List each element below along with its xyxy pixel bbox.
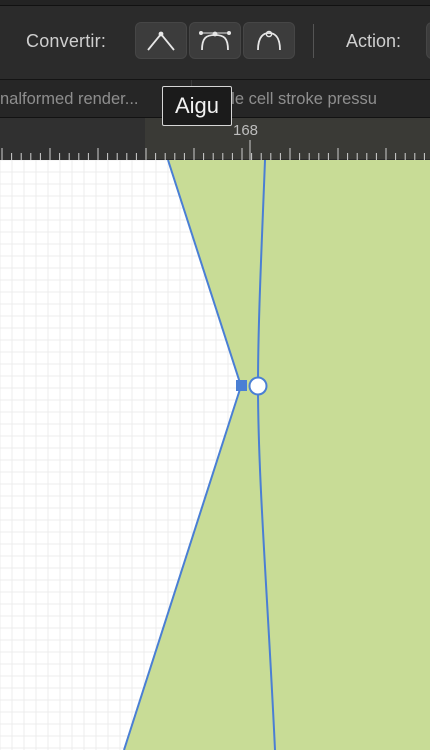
selected-node-handle[interactable] — [236, 380, 247, 391]
canvas-artwork — [0, 160, 430, 750]
toolbar-separator — [313, 24, 314, 58]
sharp-corner-icon — [147, 31, 175, 51]
window-top-strip — [0, 0, 430, 6]
context-toolbar: Convertir: Action: — [0, 0, 430, 80]
smooth-node-icon — [199, 30, 231, 50]
green-shape[interactable] — [124, 160, 430, 750]
convert-smooth-button[interactable] — [189, 22, 241, 59]
drawing-canvas[interactable] — [0, 160, 430, 750]
smart-node-icon — [257, 30, 281, 50]
document-tab[interactable]: nalformed render... — [0, 80, 186, 118]
tooltip-text: Aigu — [175, 93, 220, 118]
tooltip: Aigu — [162, 86, 233, 126]
smooth-node-handle[interactable] — [248, 376, 268, 396]
tab-label: nalformed render... — [0, 89, 139, 108]
convert-label: Convertir: — [26, 31, 107, 51]
action-button[interactable] — [426, 22, 430, 59]
convert-sharp-button[interactable] — [135, 22, 187, 59]
action-label: Action: — [346, 31, 402, 51]
ruler-value-label: 168 — [233, 122, 259, 139]
convert-smart-button[interactable] — [243, 22, 295, 59]
tab-label: ble cell stroke pressu — [222, 89, 377, 108]
document-tab[interactable]: ble cell stroke pressu — [222, 80, 430, 118]
